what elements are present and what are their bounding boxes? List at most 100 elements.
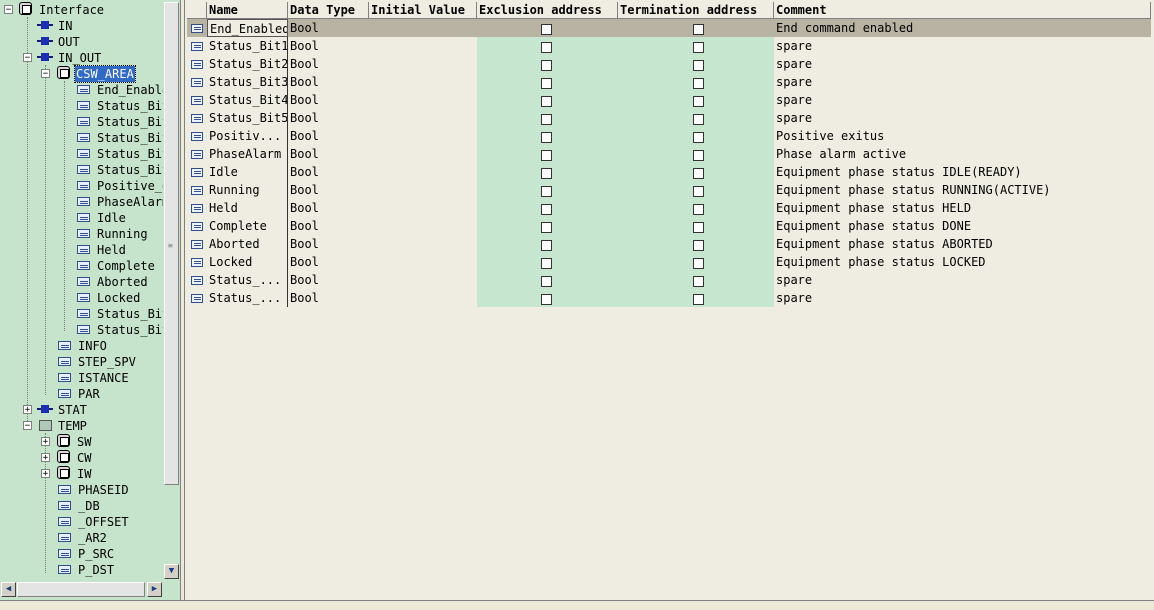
checkbox[interactable] bbox=[541, 60, 552, 71]
cell-initial-value[interactable] bbox=[369, 127, 477, 145]
table-row[interactable]: Status_Bit4 Bool spare bbox=[187, 91, 1151, 109]
column-header-initial-value[interactable]: Initial Value bbox=[369, 2, 477, 19]
cell-comment[interactable]: Phase alarm active bbox=[774, 145, 1151, 163]
cell-name[interactable]: Idle bbox=[207, 163, 288, 181]
cell-data-type[interactable]: Bool bbox=[288, 235, 369, 253]
checkbox[interactable] bbox=[541, 42, 552, 53]
checkbox[interactable] bbox=[541, 78, 552, 89]
checkbox[interactable] bbox=[541, 150, 552, 161]
cell-data-type[interactable]: Bool bbox=[288, 109, 369, 127]
cell-initial-value[interactable] bbox=[369, 199, 477, 217]
checkbox[interactable] bbox=[693, 222, 704, 233]
cell-comment[interactable]: Equipment phase status IDLE(READY) bbox=[774, 163, 1151, 181]
cell-data-type[interactable]: Bool bbox=[288, 181, 369, 199]
table-row[interactable]: Status_Bit2 Bool spare bbox=[187, 55, 1151, 73]
cell-name[interactable]: Running bbox=[207, 181, 288, 199]
checkbox[interactable] bbox=[541, 168, 552, 179]
cell-name[interactable]: Status_Bit1 bbox=[207, 37, 288, 55]
variable-declaration-table[interactable]: Name Data Type Initial Value Exclusion a… bbox=[184, 0, 1154, 600]
cell-comment[interactable]: spare bbox=[774, 289, 1151, 307]
cell-comment[interactable]: spare bbox=[774, 37, 1151, 55]
table-row[interactable]: PhaseAlarm Bool Phase alarm active bbox=[187, 145, 1151, 163]
cell-name[interactable]: Status_Bit2 bbox=[207, 55, 288, 73]
cell-name[interactable]: Complete bbox=[207, 217, 288, 235]
cell-initial-value[interactable] bbox=[369, 145, 477, 163]
cell-comment[interactable]: End command enabled bbox=[774, 19, 1151, 37]
cell-initial-value[interactable] bbox=[369, 109, 477, 127]
checkbox[interactable] bbox=[693, 114, 704, 125]
table-row[interactable]: Positiv... Bool Positive exitus bbox=[187, 127, 1151, 145]
cell-initial-value[interactable] bbox=[369, 163, 477, 181]
cell-initial-value[interactable] bbox=[369, 289, 477, 307]
cell-name[interactable]: Status_... bbox=[207, 271, 288, 289]
cell-data-type[interactable]: Bool bbox=[288, 73, 369, 91]
cell-data-type[interactable]: Bool bbox=[288, 145, 369, 163]
cell-initial-value[interactable] bbox=[369, 55, 477, 73]
cell-initial-value[interactable] bbox=[369, 19, 477, 37]
cell-comment[interactable]: Equipment phase status HELD bbox=[774, 199, 1151, 217]
table-row[interactable]: Aborted Bool Equipment phase status ABORTE… bbox=[187, 235, 1151, 253]
cell-name[interactable]: Positiv... bbox=[207, 127, 288, 145]
cell-data-type[interactable]: Bool bbox=[288, 55, 369, 73]
table-row[interactable]: Status_... Bool spare bbox=[187, 271, 1151, 289]
table-row[interactable]: Status_Bit5 Bool spare bbox=[187, 109, 1151, 127]
cell-data-type[interactable]: Bool bbox=[288, 199, 369, 217]
cell-comment[interactable]: spare bbox=[774, 55, 1151, 73]
checkbox[interactable] bbox=[541, 294, 552, 305]
collapse-icon[interactable]: − bbox=[41, 69, 50, 79]
cell-data-type[interactable]: Bool bbox=[288, 253, 369, 271]
checkbox[interactable] bbox=[541, 24, 552, 35]
cell-name[interactable]: Held bbox=[207, 199, 288, 217]
expand-icon[interactable]: + bbox=[23, 405, 32, 415]
checkbox[interactable] bbox=[693, 150, 704, 161]
collapse-icon[interactable]: − bbox=[23, 53, 32, 63]
collapse-icon[interactable]: − bbox=[4, 5, 13, 15]
collapse-icon[interactable]: − bbox=[23, 421, 32, 431]
cell-initial-value[interactable] bbox=[369, 73, 477, 91]
checkbox[interactable] bbox=[541, 240, 552, 251]
checkbox[interactable] bbox=[541, 186, 552, 197]
cell-name[interactable]: Aborted bbox=[207, 235, 288, 253]
checkbox[interactable] bbox=[693, 240, 704, 251]
checkbox[interactable] bbox=[693, 276, 704, 287]
checkbox[interactable] bbox=[541, 276, 552, 287]
tree-horizontal-scrollbar[interactable]: ◀ ▶ bbox=[0, 580, 180, 600]
checkbox[interactable] bbox=[541, 132, 552, 143]
scrollbar-thumb[interactable] bbox=[17, 582, 145, 597]
table-row[interactable]: Status_Bit3 Bool spare bbox=[187, 73, 1151, 91]
expand-icon[interactable]: + bbox=[41, 437, 50, 447]
cell-data-type[interactable]: Bool bbox=[288, 289, 369, 307]
cell-comment[interactable]: Equipment phase status LOCKED bbox=[774, 253, 1151, 271]
cell-initial-value[interactable] bbox=[369, 37, 477, 55]
checkbox[interactable] bbox=[693, 294, 704, 305]
cell-name[interactable]: Locked bbox=[207, 253, 288, 271]
cell-data-type[interactable]: Bool bbox=[288, 91, 369, 109]
table-row[interactable]: Complete Bool Equipment phase status DONE bbox=[187, 217, 1151, 235]
column-header-data-type[interactable]: Data Type bbox=[288, 2, 369, 19]
interface-tree[interactable]: − Interface IN OUT − IN_OUT − CSW_AREA E… bbox=[0, 0, 163, 580]
expand-icon[interactable]: + bbox=[41, 453, 50, 463]
cell-comment[interactable]: Equipment phase status ABORTED bbox=[774, 235, 1151, 253]
cell-data-type[interactable]: Bool bbox=[288, 163, 369, 181]
checkbox[interactable] bbox=[693, 42, 704, 53]
checkbox[interactable] bbox=[541, 204, 552, 215]
column-header-name[interactable]: Name bbox=[207, 2, 288, 19]
cell-initial-value[interactable] bbox=[369, 181, 477, 199]
cell-initial-value[interactable] bbox=[369, 235, 477, 253]
cell-comment[interactable]: Equipment phase status RUNNING(ACTIVE) bbox=[774, 181, 1151, 199]
cell-name[interactable]: Status_Bit4 bbox=[207, 91, 288, 109]
table-row[interactable]: Status_Bit1 Bool spare bbox=[187, 37, 1151, 55]
cell-initial-value[interactable] bbox=[369, 217, 477, 235]
table-row[interactable]: End_Enabled Bool End command enabled bbox=[187, 19, 1151, 37]
column-header-termination-address[interactable]: Termination address bbox=[618, 2, 774, 19]
table-row[interactable]: Held Bool Equipment phase status HELD bbox=[187, 199, 1151, 217]
checkbox[interactable] bbox=[693, 204, 704, 215]
checkbox[interactable] bbox=[693, 78, 704, 89]
cell-initial-value[interactable] bbox=[369, 271, 477, 289]
cell-comment[interactable]: Equipment phase status DONE bbox=[774, 217, 1151, 235]
cell-comment[interactable]: Positive exitus bbox=[774, 127, 1151, 145]
cell-initial-value[interactable] bbox=[369, 253, 477, 271]
cell-data-type[interactable]: Bool bbox=[288, 37, 369, 55]
column-header-comment[interactable]: Comment bbox=[774, 2, 1151, 19]
scroll-left-button[interactable]: ◀ bbox=[1, 582, 16, 597]
